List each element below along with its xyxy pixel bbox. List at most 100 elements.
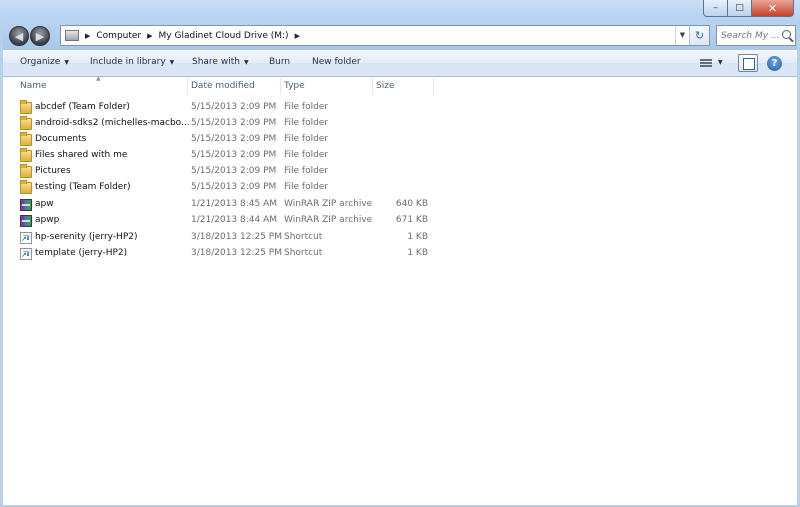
search-box[interactable] — [716, 25, 796, 46]
file-name: android-sdks2 (michelles-macbo... — [35, 118, 190, 128]
folder-icon — [20, 180, 32, 194]
column-size[interactable]: Size — [376, 81, 394, 91]
breadcrumb-cloud-drive[interactable]: My Gladinet Cloud Drive (M:) — [159, 31, 289, 41]
forward-button[interactable]: ▶ — [30, 26, 50, 46]
window-border-left — [0, 22, 3, 507]
back-button[interactable]: ◀ — [9, 26, 29, 46]
preview-pane-button[interactable] — [738, 54, 758, 72]
include-in-library-label: Include in library — [90, 57, 166, 67]
change-view-icon[interactable] — [700, 59, 712, 68]
file-type: WinRAR ZIP archive — [284, 199, 373, 209]
refresh-button[interactable]: ↻ — [689, 26, 709, 45]
address-history-dropdown[interactable]: ▼ — [675, 26, 689, 45]
organize-button[interactable]: Organize ▼ — [20, 57, 69, 67]
back-arrow-icon: ◀ — [14, 29, 24, 43]
share-with-button[interactable]: Share with ▼ — [192, 57, 249, 67]
window-controls: – □ ✕ — [703, 0, 794, 18]
chevron-down-icon: ▼ — [64, 59, 69, 66]
file-type: File folder — [284, 118, 329, 128]
file-size: 671 KB — [395, 215, 428, 225]
new-folder-label: New folder — [312, 57, 361, 67]
shortcut-icon — [20, 232, 32, 244]
file-date: 3/18/2013 12:25 PM — [191, 232, 282, 242]
include-in-library-button[interactable]: Include in library ▼ — [90, 57, 174, 67]
list-item[interactable]: apwp 1/21/2013 8:44 AM WinRAR ZIP archiv… — [0, 213, 440, 229]
computer-icon — [65, 30, 79, 41]
list-item[interactable]: abcdef (Team Folder) 5/15/2013 2:09 PM F… — [0, 100, 440, 116]
file-name: abcdef (Team Folder) — [35, 102, 130, 112]
help-icon[interactable]: ? — [767, 56, 782, 71]
file-name: Pictures — [35, 166, 71, 176]
view-options-dropdown[interactable]: ▼ — [718, 59, 723, 66]
file-date: 5/15/2013 2:09 PM — [191, 150, 277, 160]
file-date: 1/21/2013 8:44 AM — [191, 215, 278, 225]
file-date: 5/15/2013 2:09 PM — [191, 134, 277, 144]
folder-icon — [20, 148, 32, 162]
file-name: hp-serenity (jerry-HP2) — [35, 232, 138, 242]
column-divider[interactable] — [187, 78, 188, 95]
zip-archive-icon — [20, 215, 32, 227]
file-type: Shortcut — [284, 248, 323, 258]
list-item[interactable]: Documents 5/15/2013 2:09 PM File folder — [0, 132, 440, 148]
file-date: 5/15/2013 2:09 PM — [191, 182, 277, 192]
chevron-right-icon[interactable]: ▶ — [147, 32, 152, 40]
breadcrumb-computer[interactable]: Computer — [96, 31, 141, 41]
file-date: 5/15/2013 2:09 PM — [191, 102, 277, 112]
search-icon[interactable] — [782, 30, 791, 39]
address-bar-actions: ▼ ↻ — [675, 26, 709, 45]
share-with-label: Share with — [192, 57, 240, 67]
burn-button[interactable]: Burn — [269, 57, 290, 67]
file-type: File folder — [284, 102, 329, 112]
new-folder-button[interactable]: New folder — [312, 57, 361, 67]
column-divider[interactable] — [372, 78, 373, 95]
minimize-button[interactable]: – — [703, 0, 728, 17]
title-bar: – □ ✕ — [0, 0, 800, 22]
file-name: testing (Team Folder) — [35, 182, 131, 192]
file-name: apw — [35, 199, 54, 209]
file-name: Documents — [35, 134, 87, 144]
command-bar: Organize ▼ Include in library ▼ Share with… — [0, 50, 800, 77]
zip-archive-icon — [20, 199, 32, 211]
column-name[interactable]: Name — [20, 81, 47, 91]
file-date: 1/21/2013 8:45 AM — [191, 199, 278, 209]
chevron-right-icon[interactable]: ▶ — [85, 32, 90, 40]
maximize-button[interactable]: □ — [728, 0, 752, 17]
column-date-modified[interactable]: Date modified — [191, 81, 255, 91]
chevron-down-icon: ▼ — [243, 59, 249, 66]
search-input[interactable] — [721, 27, 781, 44]
file-type: Shortcut — [284, 232, 323, 242]
file-size: 1 KB — [407, 248, 428, 258]
column-divider[interactable] — [280, 78, 281, 95]
folder-icon — [20, 132, 32, 146]
chevron-down-icon: ▼ — [169, 59, 175, 66]
file-name: Files shared with me — [35, 150, 128, 160]
folder-icon — [20, 164, 32, 178]
file-type: File folder — [284, 134, 329, 144]
list-item[interactable]: apw 1/21/2013 8:45 AM WinRAR ZIP archive… — [0, 197, 440, 213]
sort-ascending-icon: ▲ — [96, 75, 101, 82]
list-item[interactable]: hp-serenity (jerry-HP2) 3/18/2013 12:25 … — [0, 230, 440, 246]
file-date: 5/15/2013 2:09 PM — [191, 166, 277, 176]
navigation-bar: ◀ ▶ ▶ Computer ▶ My Gladinet Cloud Drive… — [0, 22, 800, 50]
folder-icon — [20, 116, 32, 130]
chevron-right-icon[interactable]: ▶ — [295, 32, 300, 40]
file-name: apwp — [35, 215, 60, 225]
column-type[interactable]: Type — [284, 81, 305, 91]
column-divider[interactable] — [433, 78, 434, 95]
list-item[interactable]: Files shared with me 5/15/2013 2:09 PM F… — [0, 148, 440, 164]
list-item[interactable]: Pictures 5/15/2013 2:09 PM File folder — [0, 164, 440, 180]
close-button[interactable]: ✕ — [752, 0, 794, 17]
list-item[interactable]: testing (Team Folder) 5/15/2013 2:09 PM … — [0, 180, 440, 196]
address-bar[interactable]: ▶ Computer ▶ My Gladinet Cloud Drive (M:… — [60, 25, 710, 46]
file-date: 3/18/2013 12:25 PM — [191, 248, 282, 258]
shortcut-icon — [20, 248, 32, 260]
list-item[interactable]: template (jerry-HP2) 3/18/2013 12:25 PM … — [0, 246, 440, 262]
organize-label: Organize — [20, 57, 61, 67]
file-type: File folder — [284, 150, 329, 160]
file-date: 5/15/2013 2:09 PM — [191, 118, 277, 128]
file-size: 640 KB — [395, 199, 428, 209]
list-item[interactable]: android-sdks2 (michelles-macbo... 5/15/2… — [0, 116, 440, 132]
file-type: File folder — [284, 182, 329, 192]
folder-icon — [20, 100, 32, 114]
column-header: ▲ Name Date modified Type Size — [0, 75, 800, 95]
